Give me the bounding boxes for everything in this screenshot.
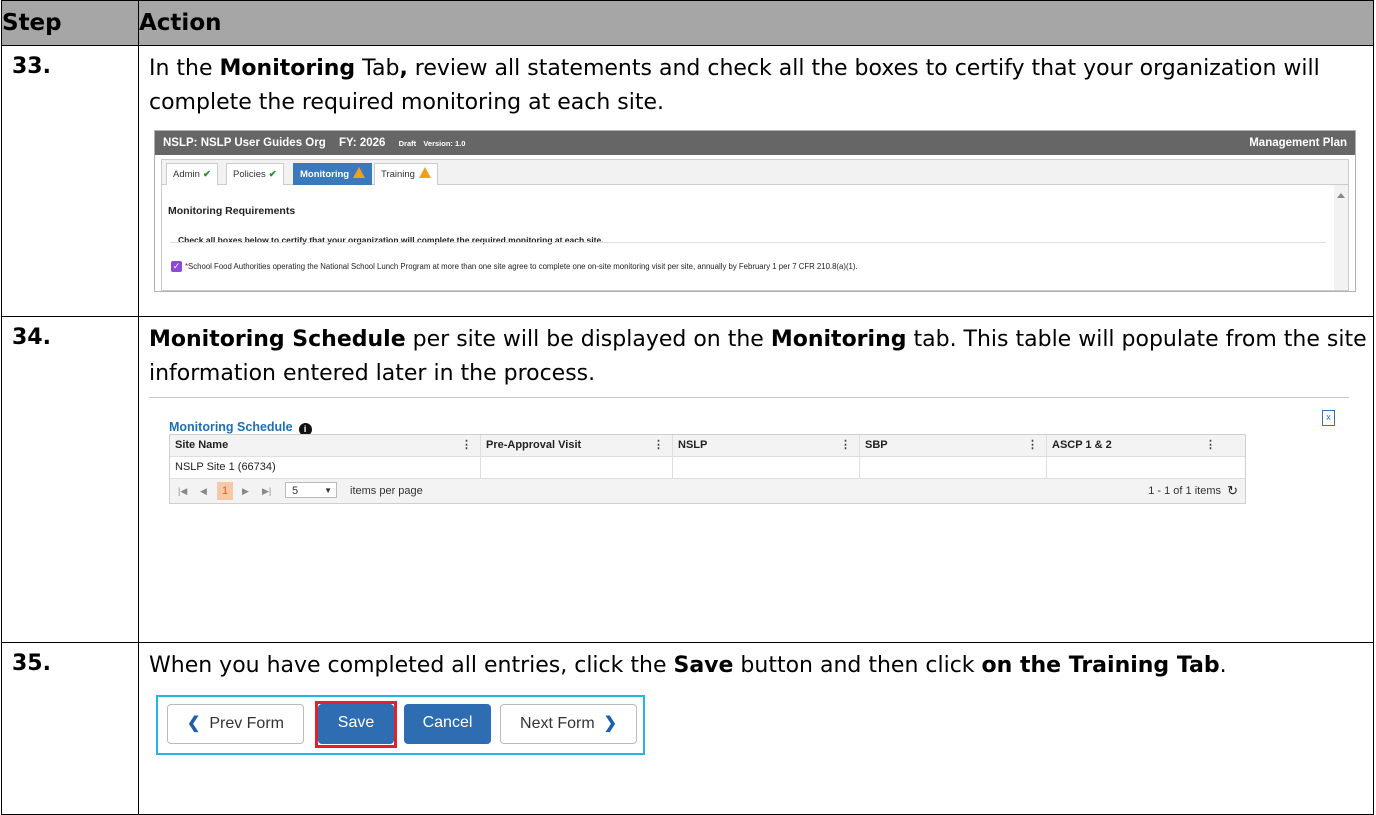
step-instruction: Monitoring Schedule per site will be dis… — [149, 327, 1367, 386]
fiscal-year: FY: 2026 — [338, 137, 386, 149]
column-menu-icon[interactable]: ⋮ — [461, 435, 472, 456]
chevron-down-icon: ▼ — [324, 486, 332, 495]
table-row[interactable]: NSLP Site 1 (66734) — [170, 457, 1245, 479]
site-name-cell: NSLP Site 1 (66734) — [170, 457, 481, 478]
step-action: In the Monitoring Tab, review all statem… — [138, 45, 1374, 317]
refresh-icon[interactable]: ↻ — [1227, 479, 1238, 503]
column-menu-icon[interactable]: ⋮ — [840, 435, 851, 456]
next-page-icon[interactable]: ▶ — [242, 479, 249, 503]
tab-policies[interactable]: Policies ✔ — [226, 163, 284, 185]
certification-checkbox[interactable]: ✓ — [171, 261, 182, 273]
column-header[interactable]: SBP ⋮ — [860, 435, 1047, 456]
check-icon: ✔ — [202, 169, 211, 180]
org-name: NSLP: NSLP User Guides Org — [163, 137, 326, 149]
divider — [170, 242, 1326, 243]
header-row: Step Action — [1, 0, 1374, 46]
cancel-button[interactable]: Cancel — [404, 704, 491, 744]
step-action: Monitoring Schedule per site will be dis… — [138, 316, 1374, 643]
certification-row: ✓ *School Food Authorities operating the … — [171, 250, 858, 284]
step-action: When you have completed all entries, cli… — [138, 642, 1374, 815]
monitoring-tab-screenshot: NSLP: NSLP User Guides Org FY: 2026 Draf… — [154, 130, 1356, 292]
schedule-grid: Site Name ⋮ Pre-Approval Visit ⋮ NSLP ⋮ SBP… — [169, 434, 1246, 504]
form-body: Admin ✔ Policies ✔ Monitoring Training Mon… — [161, 159, 1349, 291]
scroll-up-icon[interactable] — [1337, 193, 1345, 198]
step-instruction: In the Monitoring Tab, review all statem… — [149, 56, 1320, 115]
prev-form-button[interactable]: ❮ Prev Form — [167, 704, 304, 744]
column-menu-icon[interactable]: ⋮ — [1027, 435, 1038, 456]
current-page[interactable]: 1 — [217, 482, 233, 500]
tab-monitoring[interactable]: Monitoring — [293, 163, 373, 185]
pre-approval-cell — [481, 457, 673, 478]
last-page-icon[interactable]: ▶| — [262, 479, 271, 503]
column-menu-icon[interactable]: ⋮ — [1205, 435, 1216, 456]
column-header[interactable]: ASCP 1 & 2 ⋮ — [1047, 435, 1224, 456]
chevron-left-icon: ❮ — [187, 715, 201, 732]
sbp-cell — [860, 457, 1047, 478]
step-row-35: 35. When you have completed all entries,… — [1, 642, 1374, 815]
step-number: 33. — [1, 45, 139, 317]
column-header[interactable]: Pre-Approval Visit ⋮ — [481, 435, 673, 456]
step-number: 34. — [1, 316, 139, 643]
instruction-document: Step Action 33. In the Monitoring Tab, r… — [0, 0, 1376, 815]
column-menu-icon[interactable]: ⋮ — [653, 435, 664, 456]
step-row-33: 33. In the Monitoring Tab, review all st… — [1, 45, 1374, 317]
steps-table: Step Action 33. In the Monitoring Tab, r… — [1, 0, 1374, 815]
certification-text: School Food Authorities operating the Na… — [188, 262, 858, 271]
grid-pager: |◀ ◀ 1 ▶ ▶| 5 ▼ items per page 1 - 1 of 1… — [170, 479, 1245, 503]
next-form-button[interactable]: Next Form ❯ — [500, 704, 637, 744]
chevron-right-icon: ❯ — [603, 715, 617, 732]
form-buttons-screenshot: ❮ Prev Form Save Cancel Next Form ❯ — [156, 695, 645, 755]
monitoring-panel: Monitoring Requirements Check all boxes … — [162, 185, 1334, 290]
form-name: Management Plan — [1249, 137, 1347, 149]
save-button[interactable]: Save — [318, 704, 394, 744]
excel-export-icon[interactable]: x — [1322, 410, 1335, 426]
warning-icon — [418, 167, 431, 178]
first-page-icon[interactable]: |◀ — [178, 479, 187, 503]
check-icon: ✔ — [268, 169, 277, 180]
items-count: 1 - 1 of 1 items — [1148, 485, 1221, 497]
column-header[interactable]: Site Name ⋮ — [170, 435, 481, 456]
grid-header-row: Site Name ⋮ Pre-Approval Visit ⋮ NSLP ⋮ SBP… — [170, 435, 1245, 457]
step-instruction: When you have completed all entries, cli… — [149, 653, 1227, 678]
ascp-cell — [1047, 457, 1224, 478]
items-per-page-label: items per page — [350, 485, 423, 497]
tab-training[interactable]: Training — [374, 163, 438, 185]
step-row-34: 34. Monitoring Schedule per site will be… — [1, 316, 1374, 643]
tab-admin[interactable]: Admin ✔ — [166, 163, 218, 185]
action-column-header: Action — [138, 0, 1374, 46]
prev-page-icon[interactable]: ◀ — [200, 479, 207, 503]
draft-status: Draft — [398, 139, 417, 148]
step-column-header: Step — [1, 0, 139, 46]
column-header[interactable]: NSLP ⋮ — [673, 435, 860, 456]
vertical-scrollbar[interactable] — [1334, 185, 1348, 290]
warning-icon — [353, 167, 366, 178]
page-size-select[interactable]: 5 ▼ — [285, 482, 337, 498]
step-number: 35. — [1, 642, 139, 815]
form-tabs: Admin ✔ Policies ✔ Monitoring Training — [162, 160, 1348, 185]
form-title-bar: NSLP: NSLP User Guides Org FY: 2026 Draf… — [155, 131, 1355, 155]
monitoring-schedule-screenshot: Monitoring Schedule i x Site Name ⋮ Pre-Ap… — [149, 397, 1349, 598]
version-label: Version: 1.0 — [423, 139, 466, 148]
nslp-cell — [673, 457, 860, 478]
